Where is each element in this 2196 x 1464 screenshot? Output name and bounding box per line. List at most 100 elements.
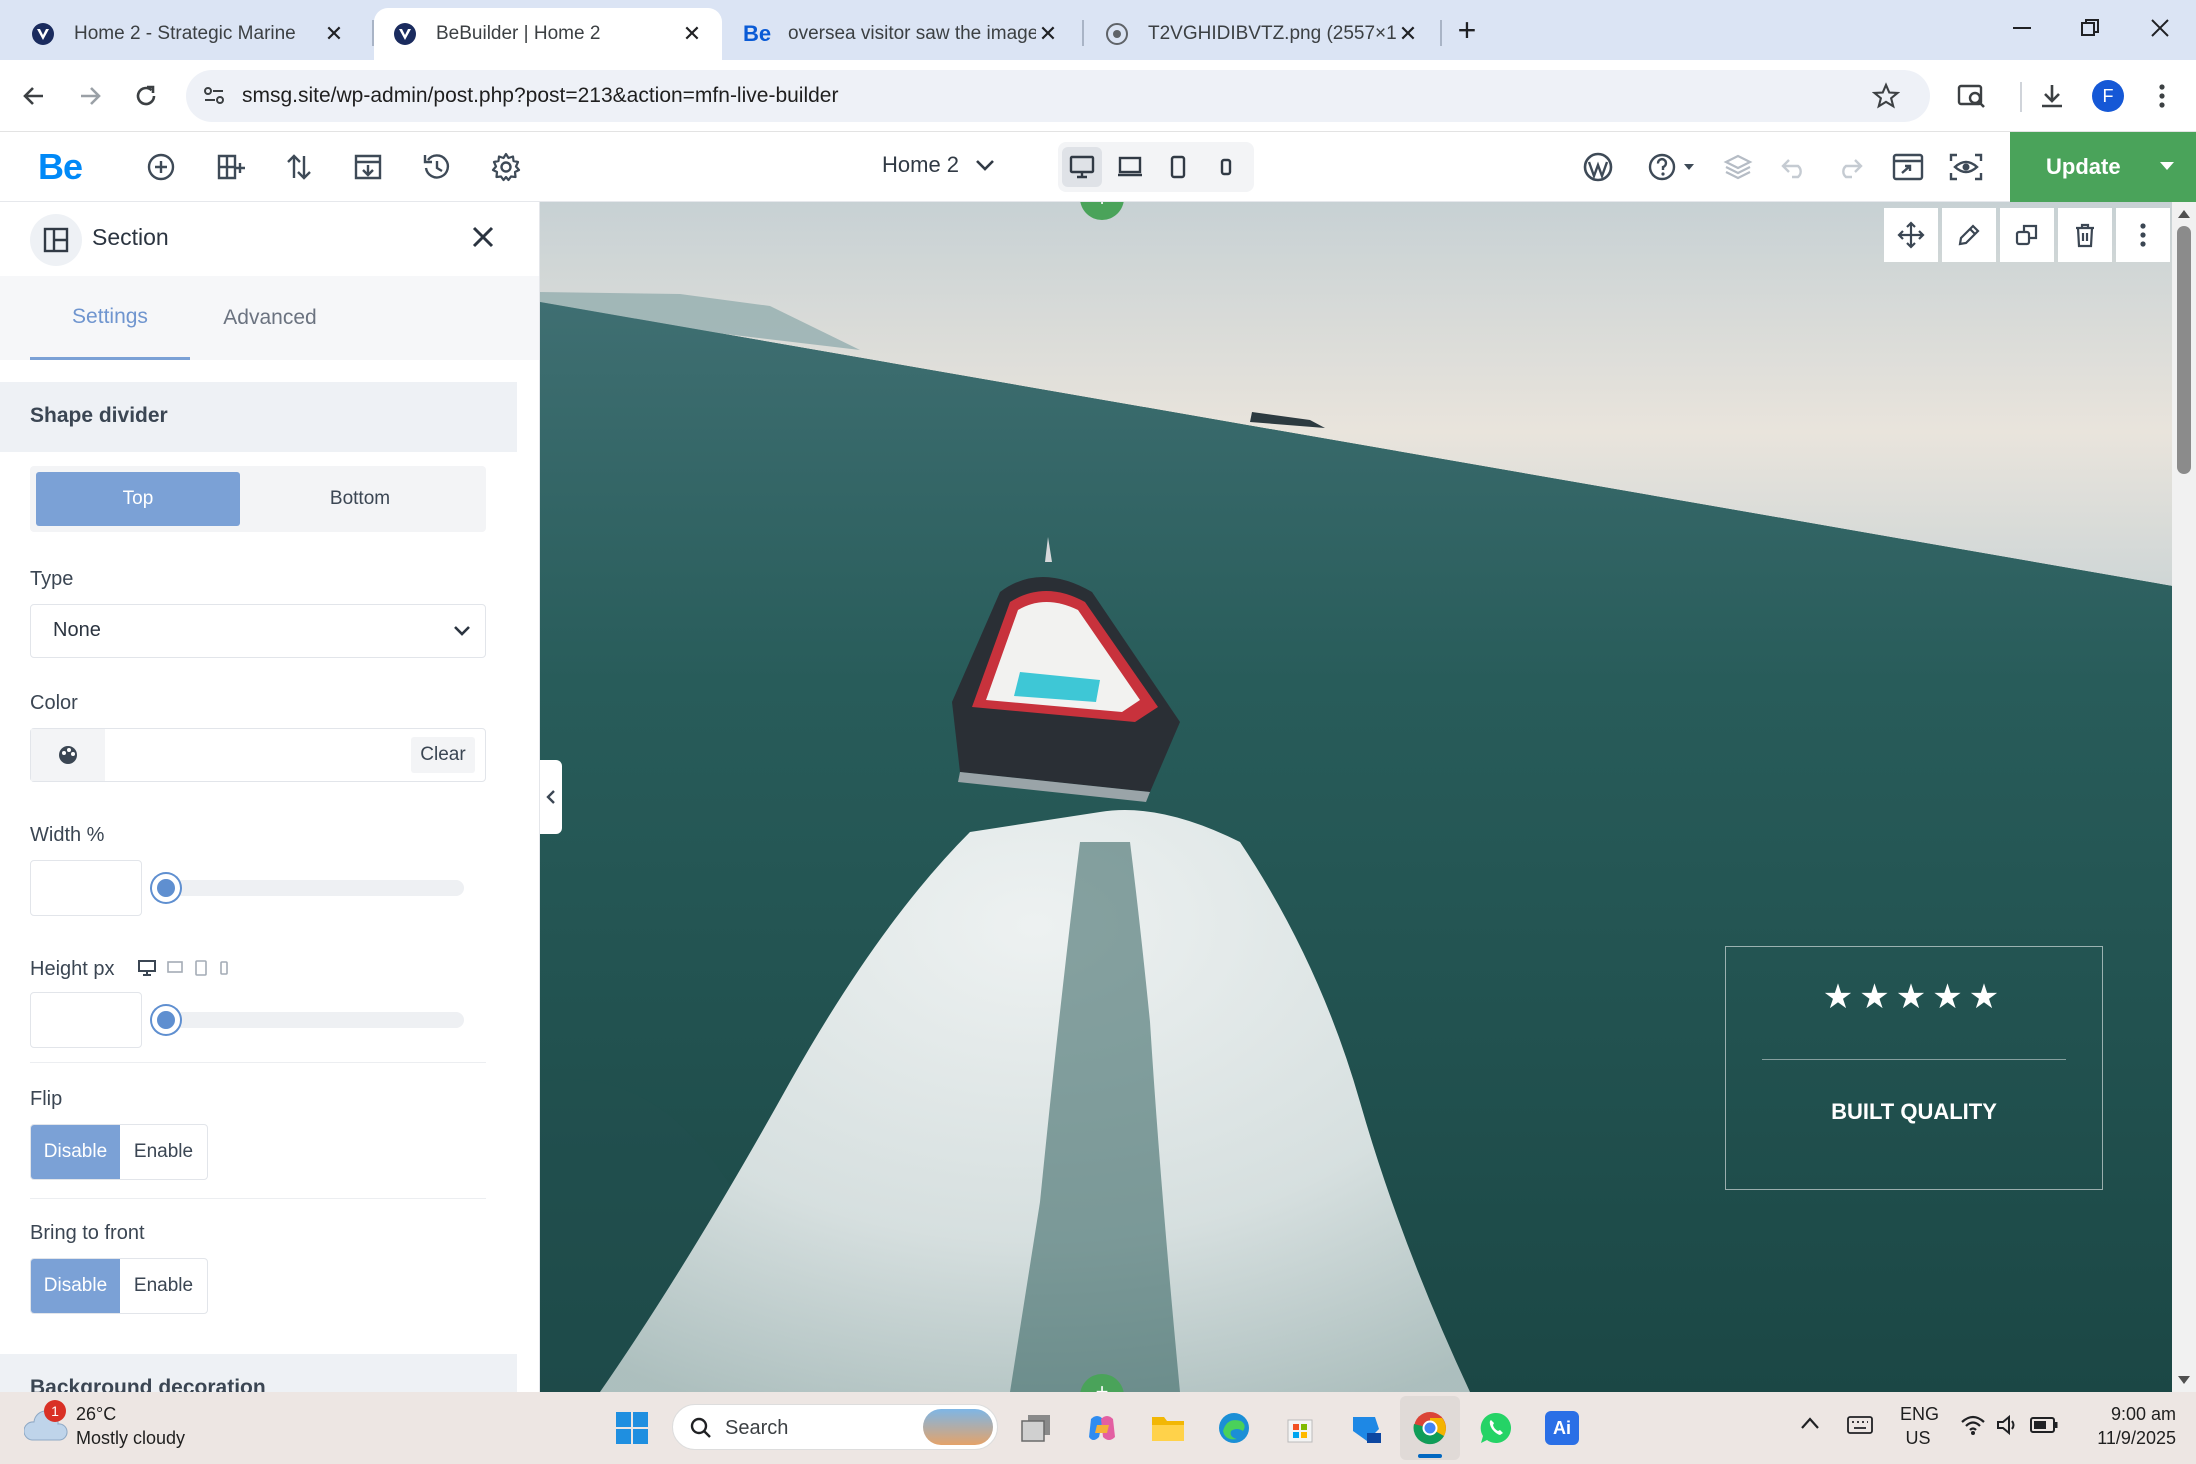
taskbar-search-box[interactable]: Search	[672, 1404, 998, 1450]
whatsapp-icon[interactable]	[1472, 1404, 1520, 1452]
edit-pencil-icon[interactable]	[1942, 208, 1996, 262]
flip-disable-option[interactable]: Disable	[31, 1125, 120, 1179]
microsoft-store-icon[interactable]	[1276, 1404, 1324, 1452]
color-picker-field[interactable]: Clear	[30, 728, 486, 782]
clear-color-button[interactable]: Clear	[411, 737, 475, 773]
wifi-icon[interactable]	[1960, 1414, 1986, 1436]
palette-icon[interactable]	[31, 729, 105, 781]
scroll-up-arrow-icon[interactable]	[2178, 210, 2190, 218]
redo-icon[interactable]	[1830, 147, 1870, 187]
mobile-view-icon[interactable]	[1206, 147, 1246, 187]
copilot-icon[interactable]	[1078, 1404, 1126, 1452]
history-icon[interactable]	[417, 147, 457, 187]
front-disable-option[interactable]: Disable	[31, 1259, 120, 1313]
restore-button[interactable]	[2072, 10, 2108, 46]
templates-icon[interactable]	[348, 147, 388, 187]
wordpress-icon[interactable]	[1578, 147, 1618, 187]
minimize-button[interactable]	[2004, 10, 2040, 46]
flip-enable-option[interactable]: Enable	[120, 1125, 207, 1179]
width-input[interactable]	[30, 860, 142, 916]
add-element-icon[interactable]	[141, 147, 181, 187]
adobe-illustrator-icon[interactable]: Ai	[1538, 1404, 1586, 1452]
tab-bebuilder[interactable]: BeBuilder | Home 2 ✕	[374, 8, 722, 60]
settings-gear-icon[interactable]	[486, 147, 526, 187]
show-hidden-icons-chevron-icon[interactable]	[1800, 1416, 1820, 1430]
close-tab-icon[interactable]: ✕	[322, 21, 346, 46]
weather-widget-icon[interactable]: 1	[24, 1400, 70, 1446]
tab-strategic-marine[interactable]: Home 2 - Strategic Marine ✕	[12, 8, 364, 60]
live-preview-canvas[interactable]: + + ★★★★★ BUILT QUALITY	[540, 202, 2172, 1392]
help-icon[interactable]	[1644, 147, 1700, 187]
close-window-button[interactable]	[2142, 10, 2178, 46]
tab-advanced[interactable]: Advanced	[190, 276, 350, 360]
language-secondary[interactable]: US	[1900, 1428, 1936, 1449]
close-tab-icon[interactable]: ✕	[1396, 21, 1420, 46]
laptop-view-icon[interactable]	[166, 960, 184, 976]
battery-icon[interactable]	[2030, 1416, 2058, 1434]
clock-time[interactable]: 9:00 am	[2080, 1404, 2176, 1425]
site-info-icon[interactable]	[202, 84, 226, 108]
chrome-icon[interactable]	[1406, 1404, 1454, 1452]
height-slider-handle[interactable]	[152, 1006, 180, 1034]
collapse-panel-handle[interactable]	[540, 760, 562, 834]
mobile-view-icon[interactable]	[218, 960, 230, 976]
more-options-icon[interactable]	[2116, 208, 2170, 262]
tablet-view-icon[interactable]	[1158, 147, 1198, 187]
bebuilder-logo[interactable]: Be	[38, 146, 83, 188]
type-select[interactable]: None	[30, 604, 486, 658]
close-tab-icon[interactable]: ✕	[1036, 21, 1060, 46]
page-selector[interactable]: Home 2	[882, 152, 995, 178]
preview-eye-icon[interactable]	[1946, 147, 1986, 187]
canvas-scrollbar[interactable]	[2172, 202, 2196, 1392]
tab-png-image[interactable]: T2VGHIDIBVTZ.png (2557×132 ✕	[1086, 8, 1438, 60]
download-icon[interactable]	[2030, 74, 2074, 118]
laptop-view-icon[interactable]	[1110, 147, 1150, 187]
delete-trash-icon[interactable]	[2058, 208, 2112, 262]
task-view-icon[interactable]	[1012, 1404, 1060, 1452]
clock-date[interactable]: 11/9/2025	[2066, 1428, 2176, 1449]
lens-search-icon[interactable]	[1950, 74, 1994, 118]
move-icon[interactable]	[1884, 208, 1938, 262]
touch-keyboard-icon[interactable]	[1846, 1414, 1874, 1436]
width-slider-handle[interactable]	[152, 874, 180, 902]
preview-window-icon[interactable]	[1888, 147, 1928, 187]
update-dropdown-caret-icon[interactable]	[2160, 162, 2174, 170]
reload-button[interactable]	[124, 74, 168, 118]
bookmark-star-icon[interactable]	[1872, 82, 1900, 110]
option-bottom[interactable]: Bottom	[240, 472, 480, 526]
edge-browser-icon[interactable]	[1210, 1404, 1258, 1452]
height-slider[interactable]	[152, 1006, 464, 1034]
tab-settings[interactable]: Settings	[30, 276, 190, 360]
option-top[interactable]: Top	[36, 472, 240, 526]
sort-icon[interactable]	[279, 147, 319, 187]
desktop-view-icon[interactable]	[1062, 147, 1102, 187]
front-enable-option[interactable]: Enable	[120, 1259, 207, 1313]
profile-avatar[interactable]: F	[2086, 74, 2130, 118]
forward-button[interactable]	[68, 74, 112, 118]
file-explorer-icon[interactable]	[1144, 1404, 1192, 1452]
tablet-view-icon[interactable]	[194, 960, 208, 976]
windows-start-icon[interactable]	[608, 1404, 656, 1452]
desktop-view-icon[interactable]	[138, 960, 156, 976]
tab-oversea-visitor[interactable]: Be oversea visitor saw the image fr ✕	[726, 8, 1078, 60]
url-text[interactable]: smsg.site/wp-admin/post.php?post=213&act…	[242, 84, 838, 108]
add-section-icon[interactable]	[211, 147, 251, 187]
scroll-down-arrow-icon[interactable]	[2178, 1376, 2190, 1384]
background-decoration-heading-bar[interactable]: Background decoration	[0, 1354, 517, 1392]
address-bar[interactable]: smsg.site/wp-admin/post.php?post=213&act…	[186, 70, 1930, 122]
layers-icon[interactable]	[1718, 147, 1758, 187]
duplicate-icon[interactable]	[2000, 208, 2054, 262]
close-panel-icon[interactable]	[470, 224, 496, 250]
close-tab-icon[interactable]: ✕	[680, 21, 704, 46]
undo-icon[interactable]	[1774, 147, 1814, 187]
scroll-thumb[interactable]	[2177, 226, 2191, 474]
back-button[interactable]	[12, 74, 56, 118]
width-slider[interactable]	[152, 874, 464, 902]
power-automate-icon[interactable]	[1342, 1404, 1390, 1452]
height-input[interactable]	[30, 992, 142, 1048]
language-primary[interactable]: ENG	[1900, 1404, 1939, 1425]
update-button[interactable]: Update	[2010, 132, 2196, 202]
volume-icon[interactable]	[1996, 1414, 2020, 1436]
new-tab-button[interactable]: +	[1452, 12, 1482, 49]
browser-menu-icon[interactable]	[2140, 74, 2184, 118]
